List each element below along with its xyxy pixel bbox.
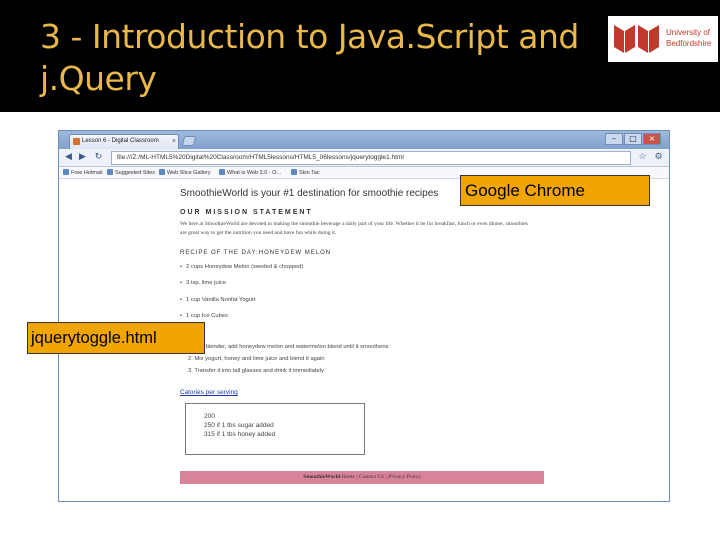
page-footer: SmoothieWorld Home | Contact Us | Privac… [180,471,544,484]
calories-box: 200 250 if 1 tbs sugar added 315 if 1 tb… [185,403,365,455]
university-logo-text: University of Bedfordshire [666,27,716,49]
bookmark-item[interactable]: What is Web 2.0 - O... [219,168,281,178]
logo-line-1: University of [666,28,711,37]
browser-name-callout: Google Chrome [460,175,650,206]
list-item: 1 cup Ice Cubes [180,313,228,319]
recipe-heading: RECIPE OF THE DAY:HONEYDEW MELON [180,250,332,256]
list-item: 3. Transfer it into tall glasses and dri… [188,368,324,374]
list-item: 3 tsp. lime juice [180,280,226,286]
minimize-button[interactable]: – [605,133,623,145]
calorie-line: 315 if 1 tbs honey added [204,431,276,438]
list-item: 2. Mix yogurt, honey and lime juice and … [188,356,325,362]
bookmark-item[interactable]: Skin Tac [291,168,320,178]
university-logo: University of Bedfordshire [608,16,718,62]
browser-tab-bar: Lesson 6 - Digital Classroom × – □ × [59,131,669,149]
calorie-line: 250 if 1 tbs sugar added [204,422,274,429]
page-headline: SmoothieWorld is your #1 destination for… [180,188,439,199]
calorie-line: 200 [204,413,215,420]
list-item: 1. In a blender, add honeydew melon and … [188,344,389,350]
close-window-button[interactable]: × [643,133,661,145]
logo-line-2: Bedfordshire [666,39,712,48]
window-controls: – □ × [605,133,665,146]
tab-close-icon[interactable]: × [172,135,176,148]
new-tab-button[interactable] [181,136,197,146]
file-name-callout: jquerytoggle.html [27,322,205,354]
address-bar[interactable]: file:///Z:/ML-HTML5%20Digital%20Classroo… [111,151,631,165]
forward-arrow-icon[interactable]: ▶ [77,152,88,163]
browser-nav-bar: ◀ ▶ ↻ file:///Z:/ML-HTML5%20Digital%20Cl… [59,149,669,167]
university-logo-mark-icon [614,25,659,53]
footer-brand: SmoothieWorld [303,474,341,480]
back-arrow-icon[interactable]: ◀ [63,152,74,163]
reload-icon[interactable]: ↻ [93,152,104,163]
calories-toggle-link[interactable]: Calories per serving [180,389,238,396]
bookmark-item[interactable]: Free Hotmail [63,168,102,178]
maximize-button[interactable]: □ [624,133,642,145]
bookmark-item[interactable]: Suggested Sites [107,168,155,178]
wrench-icon[interactable]: ⚙ [653,152,664,163]
mission-heading: OUR MISSION STATEMENT [180,209,313,216]
star-icon[interactable]: ☆ [637,152,648,163]
list-item: 1 cup Vanilla Nonfat Yogurt [180,297,256,303]
slide-title: 3 - Introduction to Java.Script and j.Qu… [40,17,579,98]
mission-text: We here at SmoothieWorld are devoted to … [180,221,528,236]
favicon-icon [73,138,80,145]
list-item: 2 cups Honeydew Melon (seeded & chopped) [180,264,303,270]
browser-tab-label: Lesson 6 - Digital Classroom [82,138,159,144]
footer-links[interactable]: Home | Contact Us | Privacy Policy [342,474,421,480]
browser-tab[interactable]: Lesson 6 - Digital Classroom × [69,134,179,149]
bookmark-item[interactable]: Web Slice Gallery [159,168,211,178]
